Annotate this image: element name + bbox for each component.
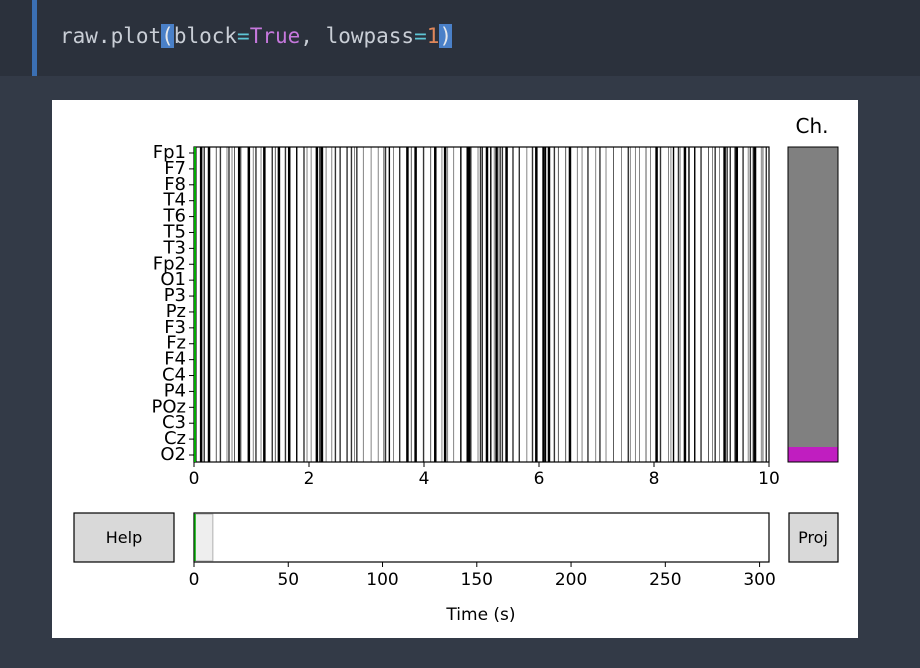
code-arg2-name: lowpass	[325, 24, 415, 48]
proj-button-label: Proj	[798, 528, 828, 547]
channel-axis: Fp1F7F8T4T6T5T3Fp2O1P3PzF3FzF4C4P4POzC3C…	[152, 142, 194, 465]
time-tick-label: 10	[758, 469, 780, 489]
time-tick-label: 6	[534, 469, 545, 489]
trace-axes-frame	[193, 146, 770, 463]
overview-tick-label: 50	[277, 570, 299, 590]
code-close-paren: )	[439, 24, 453, 48]
code-arg1-value: True	[249, 24, 301, 48]
overview-tick-label: 100	[366, 570, 398, 590]
raw-plot-figure: Fp1 F7 F8 T4 T6 T5 T3 Fp2 O1 P3 Pz F3 Fz F4 C4 P4 POz C3 C…	[52, 100, 858, 638]
channel-label: O2	[160, 444, 186, 465]
code-comma: ,	[300, 24, 326, 48]
overview-tick-label: 150	[461, 570, 493, 590]
code-cell[interactable]: raw.plot(block=True, lowpass=1)	[0, 0, 920, 76]
overview-tick-label: 0	[189, 570, 200, 590]
code-arg2-value: 1	[426, 24, 440, 48]
proj-button[interactable]: Proj	[788, 512, 839, 563]
code-line[interactable]: raw.plot(block=True, lowpass=1)	[60, 22, 453, 50]
code-eq1: =	[237, 24, 250, 48]
overview-tick-label: 200	[555, 570, 587, 590]
channel-scrollbar-selection[interactable]	[788, 447, 838, 462]
active-cell-marker	[32, 0, 37, 76]
channel-panel-title: Ch.	[796, 114, 829, 138]
time-tick-label: 2	[304, 469, 315, 489]
overview-window[interactable]	[194, 513, 214, 562]
code-arg1-name: block	[173, 24, 238, 48]
channel-scrollbar[interactable]	[788, 147, 838, 447]
overview-scrollbar[interactable]	[193, 512, 770, 563]
overview-xlabel: Time (s)	[445, 605, 515, 625]
overview-time-axis: 0 50 100 150 200 250 300	[189, 562, 776, 590]
code-open-paren: (	[161, 24, 174, 48]
code-eq2: =	[414, 24, 427, 48]
help-button[interactable]: Help	[73, 512, 175, 563]
time-tick-label: 8	[649, 469, 660, 489]
code-func: raw.plot	[60, 24, 162, 48]
help-button-label: Help	[106, 528, 142, 547]
eeg-traces[interactable]	[195, 147, 767, 462]
overview-tick-label: 250	[649, 570, 681, 590]
time-tick-label: 0	[189, 469, 200, 489]
time-axis: 0 2 4 6 8 10	[189, 462, 780, 489]
time-tick-label: 4	[419, 469, 430, 489]
overview-tick-label: 300	[743, 570, 775, 590]
figure-canvas: Fp1F7F8T4T6T5T3Fp2O1P3PzF3FzF4C4P4POzC3C…	[73, 114, 839, 625]
